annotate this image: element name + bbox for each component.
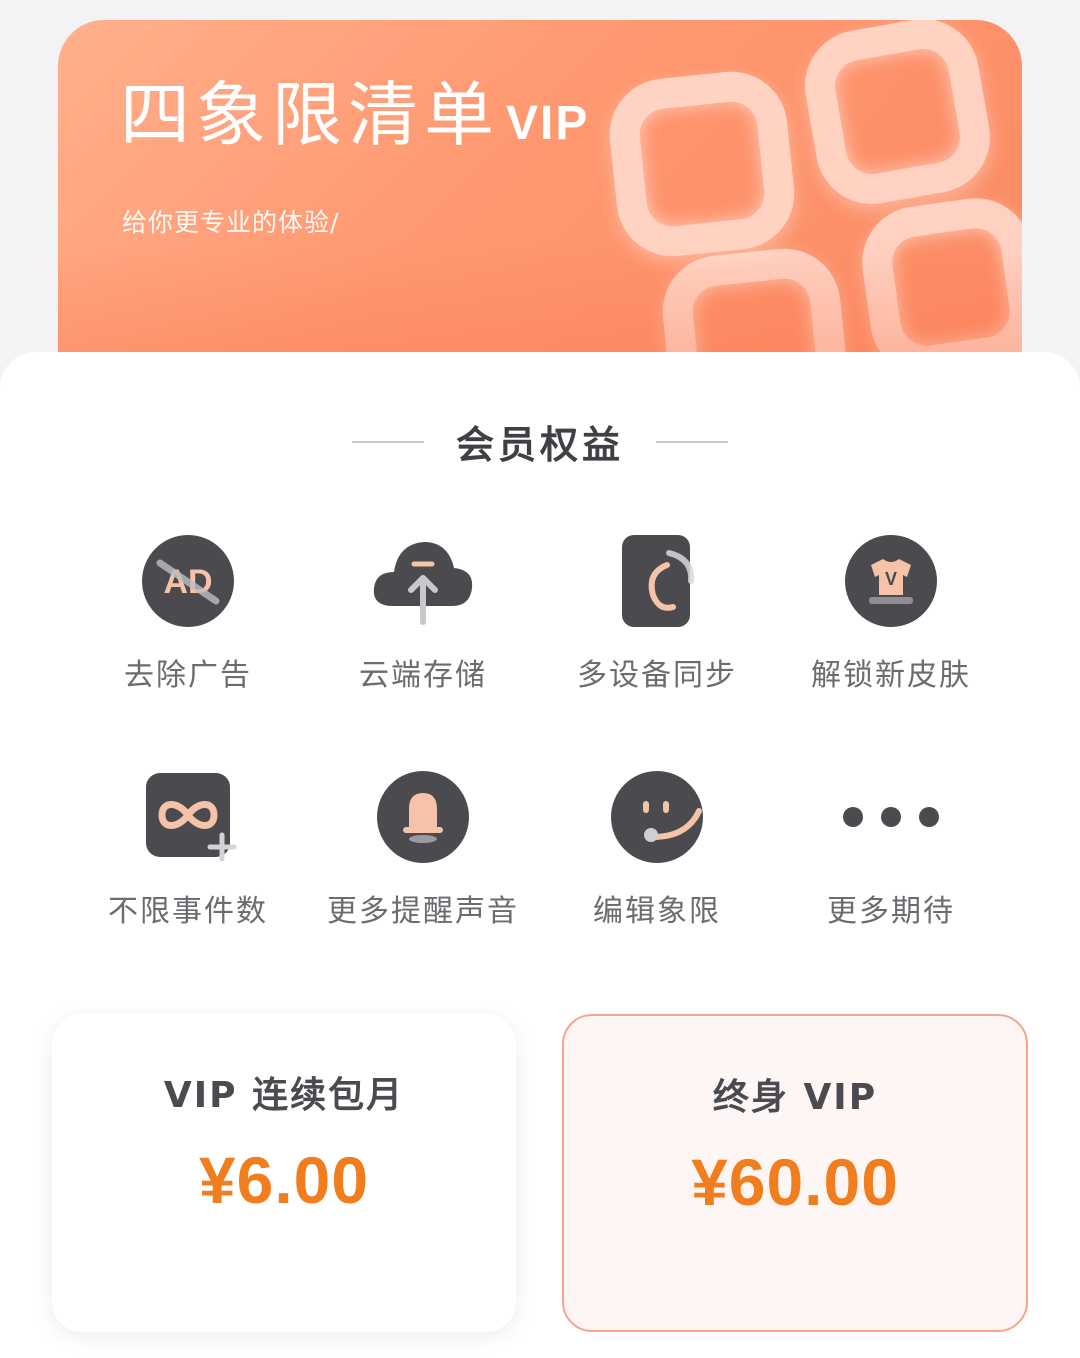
benefit-label: 去除广告 <box>124 658 252 693</box>
cloud-upload-icon <box>368 526 478 636</box>
banner-title-text: 四象限清单 <box>120 74 500 156</box>
benefit-label: 解锁新皮肤 <box>811 658 971 693</box>
benefit-label: 更多期待 <box>827 894 955 929</box>
section-title: 会员权益 <box>455 423 624 467</box>
section-heading: 会员权益 <box>0 414 1080 469</box>
benefit-label: 编辑象限 <box>593 894 721 929</box>
device-sync-icon <box>602 526 712 636</box>
benefit-remove-ads[interactable]: AD 去除广告 <box>71 526 305 696</box>
skin-shirt-icon: V <box>836 526 946 636</box>
banner-subtitle: 给你更专业的体验/ <box>122 208 340 237</box>
plan-price: ¥6.00 <box>198 1143 370 1217</box>
benefit-multi-device-sync[interactable]: 多设备同步 <box>540 526 774 696</box>
bell-icon <box>368 762 478 872</box>
plan-price: ¥60.00 <box>691 1145 899 1219</box>
heading-divider-left <box>351 440 424 443</box>
glass-square-decoration <box>796 20 999 213</box>
banner-title-vip: VIP <box>506 97 590 150</box>
glass-square-decoration <box>854 190 1022 365</box>
benefit-more-coming[interactable]: 更多期待 <box>774 762 1008 932</box>
svg-text:V: V <box>885 569 897 589</box>
benefit-unlimited-events[interactable]: 不限事件数 <box>71 762 305 932</box>
more-dots-icon <box>836 762 946 872</box>
banner-title: 四象限清单 VIP <box>120 80 589 150</box>
vip-banner: 四象限清单 VIP 给你更专业的体验/ <box>58 20 1022 365</box>
edit-face-icon <box>602 762 712 872</box>
infinity-icon <box>133 762 243 872</box>
benefit-label: 多设备同步 <box>577 658 737 693</box>
plan-name: VIP 连续包月 <box>163 1075 405 1116</box>
benefits-card: 会员权益 AD 去除广告 云 <box>0 352 1080 1358</box>
benefit-label: 云端存储 <box>359 658 487 693</box>
plan-name: 终身 VIP <box>712 1077 878 1118</box>
benefit-edit-quadrants[interactable]: 编辑象限 <box>540 762 774 932</box>
benefit-label: 不限事件数 <box>108 894 268 929</box>
ad-block-icon: AD <box>133 526 243 636</box>
vip-page: 四象限清单VIP 给你更专业的体验/ 会员权益 AD 去除广告 <box>0 0 1080 1358</box>
plan-lifetime-card[interactable]: 终身 VIP ¥60.00 <box>562 1014 1028 1332</box>
glass-square-decoration <box>604 66 800 262</box>
plan-monthly-card[interactable]: VIP 连续包月 ¥6.00 <box>52 1014 516 1332</box>
benefit-more-sounds[interactable]: 更多提醒声音 <box>306 762 540 932</box>
heading-divider-right <box>656 440 728 443</box>
benefit-label: 更多提醒声音 <box>327 894 519 929</box>
benefit-cloud-storage[interactable]: 云端存储 <box>306 526 540 696</box>
glass-square-decoration <box>657 243 853 365</box>
benefit-unlock-skins[interactable]: V 解锁新皮肤 <box>774 526 1008 696</box>
